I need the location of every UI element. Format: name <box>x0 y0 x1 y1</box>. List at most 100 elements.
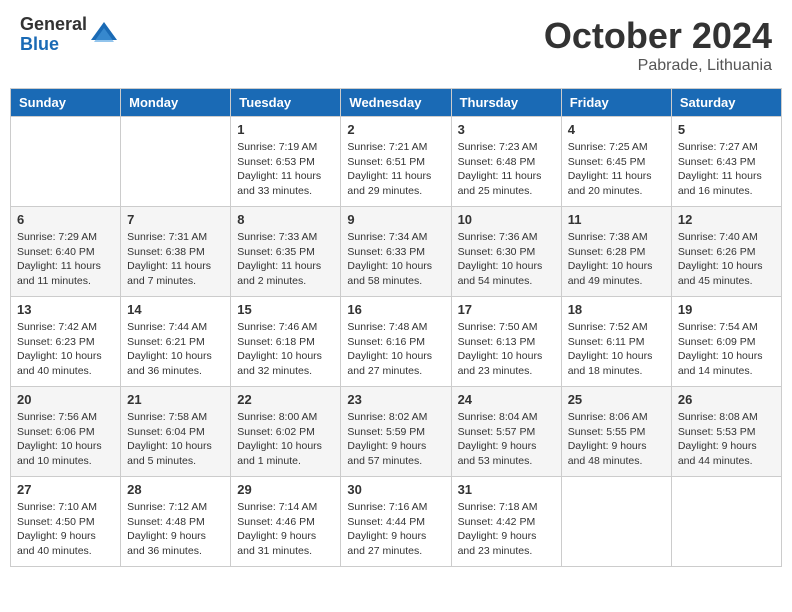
day-info: Sunrise: 7:36 AM Sunset: 6:30 PM Dayligh… <box>458 230 555 289</box>
day-info: Sunrise: 7:27 AM Sunset: 6:43 PM Dayligh… <box>678 140 775 199</box>
calendar-cell: 5Sunrise: 7:27 AM Sunset: 6:43 PM Daylig… <box>671 117 781 207</box>
weekday-header-wednesday: Wednesday <box>341 89 451 117</box>
day-info: Sunrise: 7:33 AM Sunset: 6:35 PM Dayligh… <box>237 230 334 289</box>
calendar-cell: 7Sunrise: 7:31 AM Sunset: 6:38 PM Daylig… <box>121 207 231 297</box>
calendar-cell: 4 Sunrise: 7:25 AM Sunset: 6:45 PM Daylig… <box>561 117 671 207</box>
day-info: Sunrise: 7:40 AM Sunset: 6:26 PM Dayligh… <box>678 230 775 289</box>
calendar-cell: 18 Sunrise: 7:52 AM Sunset: 6:11 PM Dayli… <box>561 297 671 387</box>
day-info: Sunrise: 7:16 AM Sunset: 4:44 PM Dayligh… <box>347 500 444 559</box>
weekday-header-row: SundayMondayTuesdayWednesdayThursdayFrid… <box>11 89 782 117</box>
week-row-1: 1Sunrise: 7:19 AM Sunset: 6:53 PM Daylig… <box>11 117 782 207</box>
day-info: Sunrise: 7:50 AM Sunset: 6:13 PM Dayligh… <box>458 320 555 379</box>
calendar-cell: 13 Sunrise: 7:42 AM Sunset: 6:23 PM Dayli… <box>11 297 121 387</box>
calendar-cell: 21 Sunrise: 7:58 AM Sunset: 6:04 PM Dayli… <box>121 387 231 477</box>
day-info: Sunrise: 7:42 AM Sunset: 6:23 PM Dayligh… <box>17 320 114 379</box>
day-number: 13 <box>17 302 114 317</box>
day-info: Sunrise: 7:48 AM Sunset: 6:16 PM Dayligh… <box>347 320 444 379</box>
page-header: General Blue October 2024 Pabrade, Lithu… <box>10 10 782 80</box>
day-number: 10 <box>458 212 555 227</box>
logo-blue-text: Blue <box>20 35 87 55</box>
day-number: 29 <box>237 482 334 497</box>
calendar-cell <box>671 477 781 567</box>
day-number: 27 <box>17 482 114 497</box>
day-number: 20 <box>17 392 114 407</box>
day-info: Sunrise: 8:08 AM Sunset: 5:53 PM Dayligh… <box>678 410 775 469</box>
calendar-cell: 31Sunrise: 7:18 AM Sunset: 4:42 PM Dayli… <box>451 477 561 567</box>
day-number: 12 <box>678 212 775 227</box>
calendar-cell <box>561 477 671 567</box>
day-info: Sunrise: 7:25 AM Sunset: 6:45 PM Dayligh… <box>568 140 665 199</box>
day-number: 8 <box>237 212 334 227</box>
calendar-cell: 3Sunrise: 7:23 AM Sunset: 6:48 PM Daylig… <box>451 117 561 207</box>
day-info: Sunrise: 7:14 AM Sunset: 4:46 PM Dayligh… <box>237 500 334 559</box>
calendar-cell: 25 Sunrise: 8:06 AM Sunset: 5:55 PM Dayli… <box>561 387 671 477</box>
calendar-cell: 20 Sunrise: 7:56 AM Sunset: 6:06 PM Dayli… <box>11 387 121 477</box>
day-info: Sunrise: 7:34 AM Sunset: 6:33 PM Dayligh… <box>347 230 444 289</box>
weekday-header-thursday: Thursday <box>451 89 561 117</box>
day-number: 18 <box>568 302 665 317</box>
day-number: 23 <box>347 392 444 407</box>
calendar-cell: 11Sunrise: 7:38 AM Sunset: 6:28 PM Dayli… <box>561 207 671 297</box>
day-number: 9 <box>347 212 444 227</box>
day-number: 28 <box>127 482 224 497</box>
day-info: Sunrise: 8:04 AM Sunset: 5:57 PM Dayligh… <box>458 410 555 469</box>
title-block: October 2024 Pabrade, Lithuania <box>544 15 772 75</box>
day-number: 7 <box>127 212 224 227</box>
calendar-cell: 2 Sunrise: 7:21 AM Sunset: 6:51 PM Daylig… <box>341 117 451 207</box>
day-number: 15 <box>237 302 334 317</box>
day-number: 30 <box>347 482 444 497</box>
weekday-header-saturday: Saturday <box>671 89 781 117</box>
weekday-header-friday: Friday <box>561 89 671 117</box>
calendar-cell: 23 Sunrise: 8:02 AM Sunset: 5:59 PM Dayli… <box>341 387 451 477</box>
day-number: 24 <box>458 392 555 407</box>
day-number: 14 <box>127 302 224 317</box>
calendar-cell: 19 Sunrise: 7:54 AM Sunset: 6:09 PM Dayli… <box>671 297 781 387</box>
day-number: 4 <box>568 122 665 137</box>
month-title: October 2024 <box>544 15 772 57</box>
day-info: Sunrise: 7:10 AM Sunset: 4:50 PM Dayligh… <box>17 500 114 559</box>
day-info: Sunrise: 8:02 AM Sunset: 5:59 PM Dayligh… <box>347 410 444 469</box>
calendar-cell <box>11 117 121 207</box>
calendar-cell: 14 Sunrise: 7:44 AM Sunset: 6:21 PM Dayli… <box>121 297 231 387</box>
calendar-cell: 1Sunrise: 7:19 AM Sunset: 6:53 PM Daylig… <box>231 117 341 207</box>
day-info: Sunrise: 7:58 AM Sunset: 6:04 PM Dayligh… <box>127 410 224 469</box>
calendar-cell: 10 Sunrise: 7:36 AM Sunset: 6:30 PM Dayli… <box>451 207 561 297</box>
day-info: Sunrise: 7:56 AM Sunset: 6:06 PM Dayligh… <box>17 410 114 469</box>
day-info: Sunrise: 7:54 AM Sunset: 6:09 PM Dayligh… <box>678 320 775 379</box>
day-number: 6 <box>17 212 114 227</box>
week-row-2: 6Sunrise: 7:29 AM Sunset: 6:40 PM Daylig… <box>11 207 782 297</box>
day-number: 17 <box>458 302 555 317</box>
calendar-cell: 30 Sunrise: 7:16 AM Sunset: 4:44 PM Dayli… <box>341 477 451 567</box>
logo: General Blue <box>20 15 119 55</box>
calendar-cell: 16 Sunrise: 7:48 AM Sunset: 6:16 PM Dayli… <box>341 297 451 387</box>
day-info: Sunrise: 7:18 AM Sunset: 4:42 PM Dayligh… <box>458 500 555 559</box>
weekday-header-monday: Monday <box>121 89 231 117</box>
calendar-cell: 15 Sunrise: 7:46 AM Sunset: 6:18 PM Dayli… <box>231 297 341 387</box>
day-info: Sunrise: 7:21 AM Sunset: 6:51 PM Dayligh… <box>347 140 444 199</box>
week-row-3: 13 Sunrise: 7:42 AM Sunset: 6:23 PM Dayli… <box>11 297 782 387</box>
day-number: 19 <box>678 302 775 317</box>
day-number: 16 <box>347 302 444 317</box>
calendar-cell: 12 Sunrise: 7:40 AM Sunset: 6:26 PM Dayli… <box>671 207 781 297</box>
day-info: Sunrise: 8:06 AM Sunset: 5:55 PM Dayligh… <box>568 410 665 469</box>
day-info: Sunrise: 7:23 AM Sunset: 6:48 PM Dayligh… <box>458 140 555 199</box>
calendar-cell <box>121 117 231 207</box>
day-number: 11 <box>568 212 665 227</box>
calendar-cell: 26 Sunrise: 8:08 AM Sunset: 5:53 PM Dayli… <box>671 387 781 477</box>
day-number: 26 <box>678 392 775 407</box>
weekday-header-sunday: Sunday <box>11 89 121 117</box>
day-info: Sunrise: 7:52 AM Sunset: 6:11 PM Dayligh… <box>568 320 665 379</box>
day-number: 2 <box>347 122 444 137</box>
calendar-cell: 22 Sunrise: 8:00 AM Sunset: 6:02 PM Dayli… <box>231 387 341 477</box>
day-number: 22 <box>237 392 334 407</box>
calendar-cell: 27 Sunrise: 7:10 AM Sunset: 4:50 PM Dayli… <box>11 477 121 567</box>
day-info: Sunrise: 8:00 AM Sunset: 6:02 PM Dayligh… <box>237 410 334 469</box>
calendar-cell: 9 Sunrise: 7:34 AM Sunset: 6:33 PM Daylig… <box>341 207 451 297</box>
calendar-cell: 8 Sunrise: 7:33 AM Sunset: 6:35 PM Daylig… <box>231 207 341 297</box>
calendar-cell: 24 Sunrise: 8:04 AM Sunset: 5:57 PM Dayli… <box>451 387 561 477</box>
day-info: Sunrise: 7:44 AM Sunset: 6:21 PM Dayligh… <box>127 320 224 379</box>
day-number: 25 <box>568 392 665 407</box>
day-info: Sunrise: 7:46 AM Sunset: 6:18 PM Dayligh… <box>237 320 334 379</box>
day-number: 1 <box>237 122 334 137</box>
day-number: 21 <box>127 392 224 407</box>
